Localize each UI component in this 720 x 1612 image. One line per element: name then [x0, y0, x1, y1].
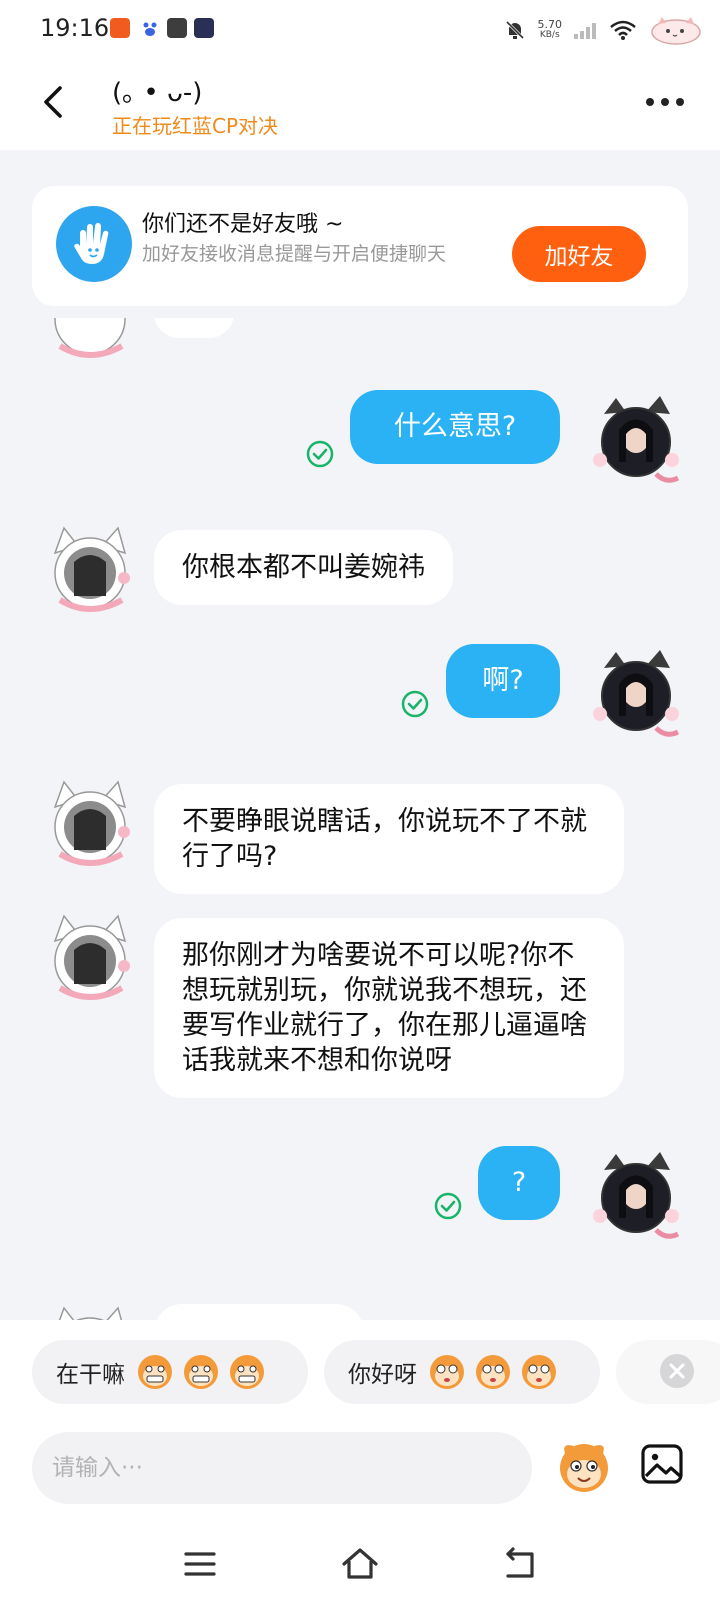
avatar-other[interactable] [40, 772, 140, 872]
chat-header: (｡ • ᴗ-) 正在玩红蓝CP对决 [0, 58, 720, 150]
read-check-icon [306, 440, 334, 468]
cat-battery-icon [651, 17, 701, 45]
chevron-left-icon [44, 86, 62, 118]
banner-description: 加好友接收消息提醒与开启便捷聊天 [142, 243, 447, 265]
mute-bell-icon [505, 20, 524, 40]
wifi-icon [610, 20, 636, 40]
quick-reply-chip[interactable]: 你好呀 [324, 1340, 600, 1404]
add-friend-banner: 你们还不是好友哦 ~ 加好友接收消息提醒与开启便捷聊天 加好友 [32, 186, 688, 306]
input-bar [0, 1420, 720, 1514]
avatar-other[interactable] [40, 518, 140, 618]
status-time: 19:16 [40, 14, 110, 42]
quick-reply-bar: 在干嘛 你好呀 [0, 1320, 720, 1420]
monkey-face-icon [138, 1355, 172, 1389]
back-button[interactable] [38, 82, 74, 122]
status-bar: 19:16 5.70 KB/s [0, 0, 720, 58]
wave-hand-icon [56, 206, 132, 282]
app-233-icon [110, 18, 130, 38]
monkey-emoji-icon [560, 1444, 608, 1492]
avatar-other[interactable] [40, 318, 140, 364]
message-bubble-self[interactable]: ? [478, 1146, 560, 1220]
monkey-face-icon [230, 1355, 264, 1389]
read-check-icon [434, 1192, 462, 1220]
message-bubble-self[interactable]: 啊? [446, 644, 560, 718]
message-bubble-self[interactable]: 什么意思? [350, 390, 560, 464]
add-friend-button[interactable]: 加好友 [512, 226, 646, 282]
more-options-button[interactable] [646, 98, 684, 106]
quick-reply-text: 你好呀 [348, 1362, 417, 1388]
contact-name: (｡ • ᴗ-) [112, 78, 203, 108]
message-bubble-other[interactable]: 你根本都不叫姜婉祎 [154, 530, 453, 605]
monkey-face-icon [184, 1355, 218, 1389]
monkey-face-icon [476, 1355, 510, 1389]
banner-title: 你们还不是好友哦 ~ [142, 212, 344, 237]
message-input[interactable] [32, 1432, 532, 1504]
back-nav-button[interactable] [500, 1544, 540, 1584]
message-list: 什么意思? 你根本都不叫姜婉祎 啊? 不要睁眼说瞎话，你说玩不了不就行了吗? 那… [0, 318, 720, 1320]
contact-status: 正在玩红蓝CP对决 [112, 114, 279, 138]
message-bubble-partial [154, 318, 234, 338]
monkey-face-icon [430, 1355, 464, 1389]
image-icon [641, 1444, 683, 1484]
video-app-icon [194, 18, 214, 38]
net-speed: 5.70 KB/s [537, 18, 563, 40]
avatar-self[interactable] [586, 1146, 686, 1246]
signal-icon [574, 23, 596, 39]
message-bubble-other[interactable]: 不要睁眼说瞎话，你说玩不了不就行了吗? [154, 784, 624, 894]
avatar-other[interactable] [40, 906, 140, 1006]
close-quick-replies-button[interactable] [660, 1354, 694, 1388]
home-nav-button[interactable] [340, 1544, 380, 1584]
avatar-other[interactable] [40, 1298, 140, 1320]
image-button[interactable] [640, 1442, 684, 1486]
menu-icon [184, 1552, 216, 1576]
dot-icon [676, 98, 684, 106]
quick-reply-text: 在干嘛 [56, 1362, 125, 1388]
baidu-paw-icon [140, 18, 160, 38]
menu-nav-button[interactable] [180, 1544, 220, 1584]
avatar-self[interactable] [586, 390, 686, 490]
return-icon [506, 1547, 534, 1578]
mail-icon [167, 18, 187, 38]
home-icon [342, 1548, 378, 1579]
system-nav-bar [0, 1514, 720, 1612]
message-bubble-partial [154, 1304, 364, 1320]
close-icon [669, 1363, 685, 1379]
emoji-button[interactable] [552, 1434, 616, 1498]
monkey-face-icon [522, 1355, 556, 1389]
message-bubble-other[interactable]: 那你刚才为啥要说不可以呢?你不想玩就别玩，你就说我不想玩，还要写作业就行了，你在… [154, 918, 624, 1098]
quick-reply-chip[interactable]: 在干嘛 [32, 1340, 308, 1404]
dot-icon [661, 98, 669, 106]
read-check-icon [401, 690, 429, 718]
avatar-self[interactable] [586, 644, 686, 744]
dot-icon [646, 98, 654, 106]
